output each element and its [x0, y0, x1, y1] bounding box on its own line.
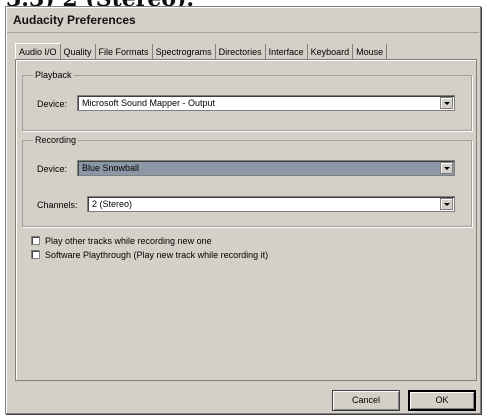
tab-file-formats[interactable]: File Formats — [96, 44, 153, 60]
playback-device-value: Microsoft Sound Mapper - Output — [82, 98, 216, 108]
title-bar[interactable]: Audacity Preferences — [7, 8, 479, 33]
tab-keyboard[interactable]: Keyboard — [308, 44, 354, 60]
chevron-down-icon[interactable] — [440, 162, 453, 174]
software-playthrough-label: Software Playthrough (Play new track whi… — [45, 250, 269, 260]
playback-group: Playback Device: Microsoft Sound Mapper … — [22, 70, 472, 131]
recording-device-label: Device: — [37, 164, 68, 174]
tab-spectrograms[interactable]: Spectrograms — [153, 44, 216, 60]
tab-interface[interactable]: Interface — [266, 44, 308, 60]
tab-strip: Audio I/O Quality File Formats Spectrograms… — [15, 42, 388, 61]
recording-group: Recording Device: Blue Snowball Channels… — [22, 135, 472, 227]
chevron-down-icon[interactable] — [440, 97, 453, 109]
audio-io-panel: Playback Device: Microsoft Sound Mapper … — [15, 59, 477, 381]
play-other-tracks-checkbox[interactable] — [31, 236, 40, 245]
ok-button[interactable]: OK — [408, 390, 476, 411]
chevron-down-icon[interactable] — [440, 198, 453, 210]
play-other-tracks-label: Play other tracks while recording new on… — [45, 236, 212, 246]
playback-device-label: Device: — [37, 99, 68, 109]
tab-mouse[interactable]: Mouse — [353, 44, 388, 60]
channels-value: 2 (Stereo) — [92, 199, 133, 209]
preferences-dialog: Audacity Preferences Audio I/O Quality Fil… — [5, 6, 481, 414]
playback-group-label: Playback — [33, 70, 74, 80]
recording-device-select[interactable]: Blue Snowball — [77, 160, 455, 176]
tab-quality[interactable]: Quality — [61, 44, 96, 60]
cancel-button[interactable]: Cancel — [332, 390, 400, 411]
tab-directories[interactable]: Directories — [216, 44, 266, 60]
window-title: Audacity Preferences — [13, 13, 136, 27]
recording-device-value: Blue Snowball — [82, 163, 140, 173]
recording-group-label: Recording — [33, 135, 79, 145]
playback-device-select[interactable]: Microsoft Sound Mapper - Output — [77, 95, 455, 111]
channels-select[interactable]: 2 (Stereo) — [87, 196, 455, 212]
channels-label: Channels: — [37, 200, 78, 210]
software-playthrough-checkbox[interactable] — [31, 250, 40, 259]
